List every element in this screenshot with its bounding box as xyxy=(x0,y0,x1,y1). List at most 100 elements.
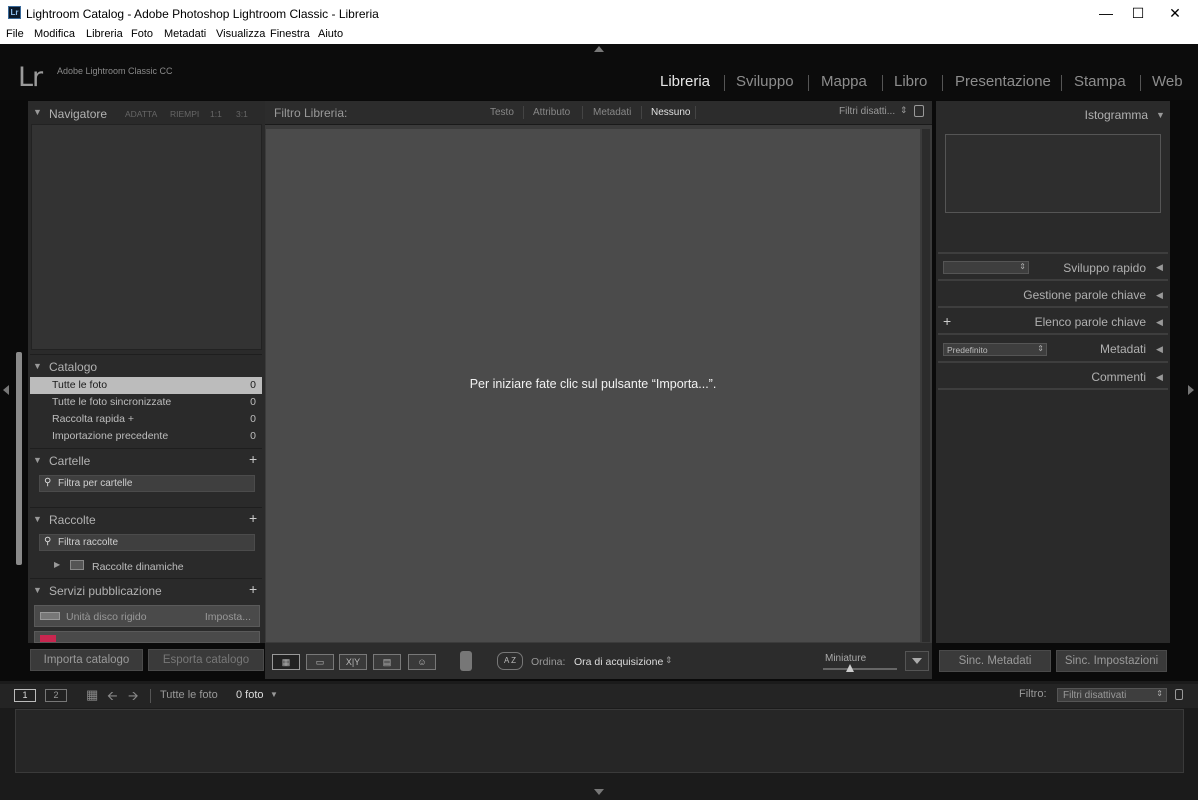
zoom-fit[interactable]: ADATTA xyxy=(125,109,157,119)
sort-order-select[interactable]: Ora di acquisizione xyxy=(574,656,663,668)
sync-metadata-button[interactable]: Sinc. Metadati xyxy=(939,650,1051,672)
toolbar-options-button[interactable] xyxy=(905,651,929,671)
catalog-item-previous-import[interactable]: Importazione precedente 0 xyxy=(30,428,262,445)
expand-triangle-icon[interactable]: ◀ xyxy=(1156,344,1163,355)
filmstrip-filter-select[interactable]: Filtri disattivati ⇕ xyxy=(1057,688,1167,702)
menu-finestra[interactable]: Finestra xyxy=(270,28,310,40)
module-libro[interactable]: Libro xyxy=(894,73,927,90)
search-icon: ⚲ xyxy=(44,536,52,547)
filter-tab-none[interactable]: Nessuno xyxy=(651,107,690,118)
metadata-preset-select[interactable]: Predefinito ⇕ xyxy=(943,343,1047,356)
publish-service-stock[interactable] xyxy=(34,631,260,643)
publish-service-hard-drive[interactable]: Unità disco rigido Imposta... xyxy=(34,605,260,627)
sort-label: Ordina: xyxy=(531,656,566,668)
menu-libreria[interactable]: Libreria xyxy=(86,28,123,40)
catalog-item-all-photos[interactable]: Tutte le foto 0 xyxy=(30,377,262,394)
filmstrip-count[interactable]: 0 foto xyxy=(236,689,264,701)
catalog-item-quick-collection[interactable]: Raccolta rapida + 0 xyxy=(30,411,262,428)
sync-settings-button[interactable]: Sinc. Impostazioni xyxy=(1056,650,1167,672)
add-publish-service-icon[interactable]: + xyxy=(249,581,257,597)
primary-display-button[interactable]: 1 xyxy=(14,689,36,702)
sort-direction-icon[interactable]: A Z xyxy=(497,652,523,670)
slider-thumb[interactable] xyxy=(846,664,854,672)
module-mappa[interactable]: Mappa xyxy=(821,73,867,90)
zoom-1-1[interactable]: 1:1 xyxy=(210,109,222,119)
grid-icon[interactable]: ▦ xyxy=(86,687,98,703)
filter-tab-metadata[interactable]: Metadati xyxy=(593,107,631,118)
menu-aiuto[interactable]: Aiuto xyxy=(318,28,343,40)
import-catalog-button[interactable]: Importa catalogo xyxy=(30,649,143,671)
filter-tab-divider xyxy=(582,106,583,119)
collections-header[interactable]: ▼ Raccolte + xyxy=(30,507,262,530)
publish-title: Servizi pubblicazione xyxy=(49,584,162,598)
module-sviluppo[interactable]: Sviluppo xyxy=(736,73,794,90)
menu-modifica[interactable]: Modifica xyxy=(34,28,75,40)
quick-develop-preset-select[interactable]: ⇕ xyxy=(943,261,1029,274)
expand-triangle-icon[interactable]: ◀ xyxy=(1156,317,1163,328)
publish-header[interactable]: ▼ Servizi pubblicazione + xyxy=(30,578,262,601)
keywording-title[interactable]: Gestione parole chiave xyxy=(990,288,1146,308)
lock-icon[interactable] xyxy=(914,105,924,117)
back-arrow-icon[interactable]: 🡨 xyxy=(107,687,118,709)
menu-metadati[interactable]: Metadati xyxy=(164,28,206,40)
people-view-icon[interactable]: ☺ xyxy=(408,654,436,670)
loupe-view-icon[interactable]: ▭ xyxy=(306,654,334,670)
filter-tab-attribute[interactable]: Attributo xyxy=(533,107,570,118)
navigator-preview[interactable] xyxy=(31,124,262,350)
forward-arrow-icon[interactable]: 🡪 xyxy=(128,687,139,709)
expand-triangle-icon: ▼ xyxy=(33,585,42,595)
secondary-display-button[interactable]: 2 xyxy=(45,689,67,702)
metadata-title[interactable]: Metadati xyxy=(1060,342,1146,362)
catalog-header[interactable]: ▼ Catalogo xyxy=(30,354,262,377)
collapse-top-panel-icon[interactable] xyxy=(594,46,604,52)
navigator-header[interactable]: ▼ Navigatore ADATTA RIEMPI 1:1 3:1 xyxy=(30,103,262,126)
filter-tab-text[interactable]: Testo xyxy=(490,107,514,118)
publish-setup-link[interactable]: Imposta... xyxy=(205,611,251,623)
expand-triangle-icon[interactable]: ◀ xyxy=(1156,290,1163,301)
add-collection-icon[interactable]: + xyxy=(249,510,257,526)
catalog-item-synced[interactable]: Tutte le foto sincronizzate 0 xyxy=(30,394,262,411)
left-panel-scrollbar[interactable] xyxy=(16,352,22,565)
collections-filter-input[interactable]: ⚲ Filtra raccolte xyxy=(39,534,255,551)
collapse-left-panel-icon[interactable] xyxy=(3,385,9,395)
module-web[interactable]: Web xyxy=(1152,73,1183,90)
compare-view-icon[interactable]: X|Y xyxy=(339,654,367,670)
smart-collections-row[interactable]: ▶ Raccolte dinamiche xyxy=(30,558,262,575)
zoom-3-1[interactable]: 3:1 xyxy=(236,109,248,119)
thumbnail-size-slider[interactable] xyxy=(823,668,897,670)
survey-view-icon[interactable]: ▤ xyxy=(373,654,401,670)
zoom-fill[interactable]: RIEMPI xyxy=(170,109,199,119)
add-folder-icon[interactable]: + xyxy=(249,451,257,467)
collapse-bottom-panel-icon[interactable] xyxy=(594,789,604,795)
comments-title[interactable]: Commenti xyxy=(1040,370,1146,390)
close-button[interactable]: ✕ xyxy=(1152,0,1198,27)
folders-header[interactable]: ▼ Cartelle + xyxy=(30,448,262,471)
filter-preset-select[interactable]: Filtri disatti... xyxy=(839,106,895,117)
dropdown-arrows-icon: ⇕ xyxy=(1019,262,1026,271)
menu-visualizza[interactable]: Visualizza xyxy=(216,28,265,40)
module-stampa[interactable]: Stampa xyxy=(1074,73,1126,90)
grid-scrollbar-track[interactable] xyxy=(922,129,930,642)
grid-view-icon[interactable]: ▦ xyxy=(272,654,300,670)
module-presentazione[interactable]: Presentazione xyxy=(955,73,1051,90)
menu-foto[interactable]: Foto xyxy=(131,28,153,40)
expand-triangle-icon[interactable]: ◀ xyxy=(1156,372,1163,383)
collapse-right-panel-icon[interactable] xyxy=(1188,385,1194,395)
keyword-list-title[interactable]: Elenco parole chiave xyxy=(990,315,1146,335)
folders-filter-input[interactable]: ⚲ Filtra per cartelle xyxy=(39,475,255,492)
lock-icon[interactable] xyxy=(1175,689,1183,700)
add-keyword-icon[interactable]: + xyxy=(943,313,951,329)
catalog-item-count: 0 xyxy=(250,379,256,391)
quick-develop-title[interactable]: Sviluppo rapido xyxy=(1040,261,1146,281)
export-catalog-button[interactable]: Esporta catalogo xyxy=(148,649,264,671)
window-title-bar: Lr Lightroom Catalog - Adobe Photoshop L… xyxy=(0,0,1198,27)
expand-triangle-icon[interactable]: ◀ xyxy=(1156,262,1163,273)
filmstrip-thumbnails-area[interactable] xyxy=(15,709,1184,773)
histogram-title[interactable]: Istogramma xyxy=(938,108,1148,128)
module-libreria[interactable]: Libreria xyxy=(660,73,710,90)
collapse-triangle-icon[interactable]: ▼ xyxy=(1156,110,1165,120)
filmstrip-source[interactable]: Tutte le foto xyxy=(160,689,218,701)
menu-file[interactable]: File xyxy=(6,28,24,40)
painter-spray-icon[interactable] xyxy=(460,651,472,671)
histogram-area xyxy=(945,134,1161,213)
